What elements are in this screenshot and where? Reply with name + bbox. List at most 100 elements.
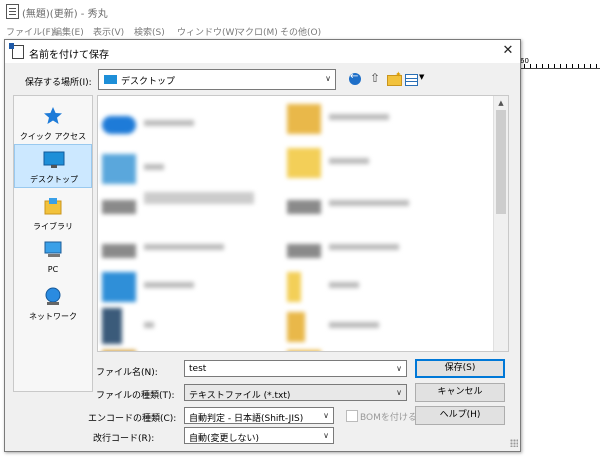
drive-icon <box>102 244 136 258</box>
up-folder-button[interactable]: ⇧ <box>366 71 382 87</box>
bom-checkbox[interactable] <box>346 410 358 422</box>
sparkle-icon: ✦ <box>395 70 402 79</box>
menu-search[interactable]: 検索(S) <box>134 25 165 38</box>
menu-file[interactable]: ファイル(F) <box>6 25 54 38</box>
filetype-label: ファイルの種類(T): <box>96 391 175 401</box>
menu-view[interactable]: 表示(V) <box>93 25 124 38</box>
file-icon <box>102 350 136 351</box>
list-item[interactable] <box>283 344 463 351</box>
newline-value: 自動(変更しない) <box>189 434 260 444</box>
chevron-down-icon: ∨ <box>396 364 402 373</box>
list-item[interactable] <box>98 344 278 351</box>
place-network[interactable]: ネットワーク <box>14 282 92 326</box>
ruler-ticks <box>518 64 600 68</box>
place-quick-access[interactable]: クイック アクセス <box>14 102 92 146</box>
place-label: ネットワーク <box>29 312 77 321</box>
view-menu-button[interactable]: ▼ <box>404 71 426 87</box>
location-dropdown[interactable]: デスクトップ ∨ <box>98 69 336 90</box>
pc-icon <box>44 241 62 257</box>
drive-icon <box>102 200 136 214</box>
dialog-title-bar: 名前を付けて保存 ✕ <box>5 40 520 63</box>
scroll-thumb[interactable] <box>496 110 506 214</box>
list-item[interactable] <box>98 104 278 146</box>
pc-icon <box>102 154 136 184</box>
image-icon <box>102 308 122 344</box>
back-button[interactable] <box>347 71 363 87</box>
place-label: クイック アクセス <box>19 132 87 141</box>
filename-label: ファイル名(N): <box>96 368 158 378</box>
dialog-title: 名前を付けて保存 <box>29 50 109 61</box>
list-item[interactable] <box>98 266 278 308</box>
place-desktop[interactable]: デスクトップ <box>14 144 92 188</box>
location-value: デスクトップ <box>121 77 176 87</box>
library-icon <box>44 198 62 215</box>
folder-icon <box>287 148 321 178</box>
app-title: (無題)(更新) - 秀丸 <box>22 9 108 20</box>
list-item[interactable] <box>283 142 463 184</box>
back-arrow-icon <box>349 71 361 85</box>
filetype-value: テキストファイル (*.txt) <box>189 391 291 401</box>
file-icon <box>287 272 301 302</box>
cancel-button[interactable]: キャンセル <box>415 383 505 402</box>
file-icon <box>287 350 321 351</box>
place-pc[interactable]: PC <box>14 236 92 280</box>
close-button[interactable]: ✕ <box>498 42 518 60</box>
encoding-value: 自動判定 - 日本語(Shift-JIS) <box>189 414 304 424</box>
save-as-dialog: 名前を付けて保存 ✕ 保存する場所(I): デスクトップ ∨ ⇧ ✦ ▼ クイッ… <box>4 39 521 452</box>
desktop-icon <box>43 151 65 168</box>
network-icon <box>45 287 61 305</box>
list-item[interactable] <box>283 228 463 270</box>
drive-icon <box>287 200 321 214</box>
list-item[interactable] <box>98 228 278 270</box>
menu-edit[interactable]: 編集(E) <box>53 25 84 38</box>
places-bar: クイック アクセス デスクトップ ライブラリ PC ネットワーク <box>13 95 93 392</box>
scroll-up-button[interactable]: ▲ <box>494 96 508 110</box>
list-item[interactable] <box>98 184 278 226</box>
list-item[interactable] <box>283 266 463 308</box>
help-button[interactable]: ヘルプ(H) <box>415 406 505 425</box>
star-icon <box>44 107 62 124</box>
menu-other[interactable]: その他(O) <box>280 25 321 38</box>
desktop-icon <box>104 75 117 84</box>
resize-grip[interactable] <box>510 439 518 447</box>
newline-dropdown[interactable]: 自動(変更しない) ∨ <box>184 427 334 444</box>
location-label: 保存する場所(I): <box>25 78 92 88</box>
filename-value: test <box>189 364 207 374</box>
filetype-dropdown[interactable]: テキストファイル (*.txt) ∨ <box>184 384 407 401</box>
document-icon <box>6 4 19 19</box>
file-list[interactable]: ▲ <box>97 95 509 352</box>
filename-input[interactable]: test ∨ <box>184 360 407 377</box>
encoding-dropdown[interactable]: 自動判定 - 日本語(Shift-JIS) ∨ <box>184 407 334 424</box>
chevron-down-icon: ∨ <box>323 431 329 440</box>
list-item[interactable] <box>283 184 463 226</box>
place-label: PC <box>47 265 59 274</box>
menu-bar: ファイル(F) 編集(E) 表示(V) 検索(S) ウィンドウ(W) マクロ(M… <box>0 22 600 40</box>
network-icon <box>102 272 136 302</box>
place-label: デスクトップ <box>30 175 78 184</box>
list-item[interactable] <box>283 306 463 348</box>
app-title-bar: (無題)(更新) - 秀丸 <box>0 0 600 22</box>
file-icon <box>287 312 305 342</box>
chevron-down-icon: ∨ <box>323 411 329 420</box>
menu-macro[interactable]: マクロ(M) <box>236 25 278 38</box>
up-arrow-icon: ⇧ <box>370 71 381 85</box>
bom-label: BOMを付ける <box>360 413 417 423</box>
chevron-down-icon: ∨ <box>325 74 331 83</box>
list-item[interactable] <box>98 306 278 348</box>
save-dialog-icon <box>9 43 24 59</box>
place-label: ライブラリ <box>33 222 73 231</box>
ruler: 60 <box>518 57 600 69</box>
drive-icon <box>287 244 321 258</box>
new-folder-button[interactable]: ✦ <box>386 70 402 87</box>
cloud-icon <box>102 116 136 134</box>
view-icon <box>405 74 418 86</box>
chevron-down-icon: ∨ <box>396 388 402 397</box>
save-button[interactable]: 保存(S) <box>415 359 505 378</box>
vertical-scrollbar[interactable]: ▲ <box>493 96 508 351</box>
list-item[interactable] <box>283 98 463 140</box>
newline-label: 改行コード(R): <box>93 434 155 444</box>
folder-icon <box>287 104 321 134</box>
dropdown-arrow-icon: ▼ <box>419 73 425 81</box>
menu-window[interactable]: ウィンドウ(W) <box>177 25 238 38</box>
place-library[interactable]: ライブラリ <box>14 192 92 236</box>
